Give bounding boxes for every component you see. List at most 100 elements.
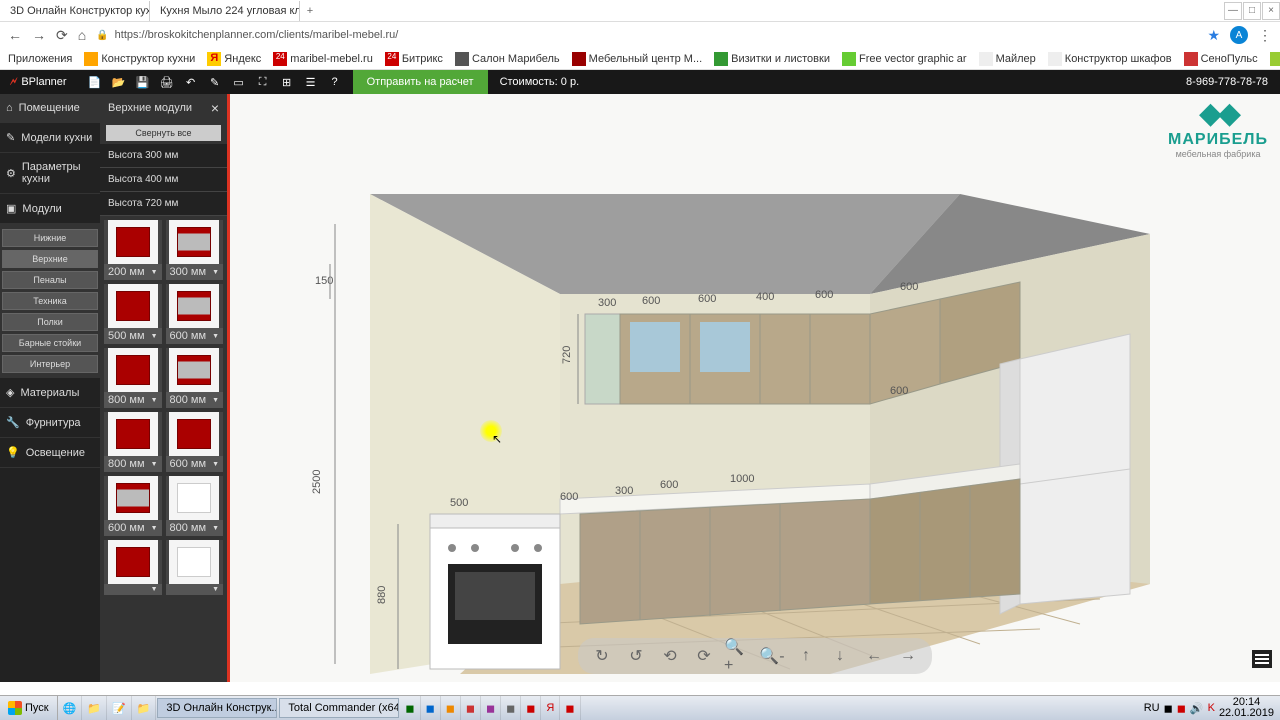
taskbar-app-2[interactable]: Total Commander (x64) ... xyxy=(279,698,399,718)
new-tab-button[interactable]: + xyxy=(300,5,320,17)
url-input[interactable]: 🔒https://broskokitchenplanner.com/client… xyxy=(96,29,1197,41)
start-button[interactable]: Пуск xyxy=(0,696,58,720)
menu-icon[interactable]: ⋮ xyxy=(1258,27,1272,44)
app-icon[interactable]: ◼ xyxy=(521,696,541,720)
undo-icon[interactable]: ↶ xyxy=(183,74,199,90)
star-icon[interactable]: ★ xyxy=(1207,27,1220,44)
tab-1[interactable]: 3D Онлайн Конструктор кухни× xyxy=(0,1,150,21)
module-item[interactable]: ▼ xyxy=(166,540,224,595)
help-icon[interactable]: ? xyxy=(327,74,343,90)
bookmark[interactable]: Конструктор шкафов xyxy=(1048,52,1172,66)
close-icon[interactable]: × xyxy=(211,100,219,116)
sub-interior[interactable]: Интерьер xyxy=(2,355,98,373)
list-icon[interactable]: ☰ xyxy=(303,74,319,90)
bookmark[interactable]: Мебельный центр М... xyxy=(572,52,702,66)
save-icon[interactable]: 💾 xyxy=(135,74,151,90)
pan-down-icon[interactable]: ↓ xyxy=(826,642,854,670)
tc-icon[interactable]: 📁 xyxy=(132,696,157,720)
nav-lighting[interactable]: 💡Освещение xyxy=(0,438,100,468)
app-icon[interactable]: ◼ xyxy=(501,696,521,720)
sub-upper[interactable]: Верхние xyxy=(2,250,98,268)
sub-shelves[interactable]: Полки xyxy=(2,313,98,331)
forward-button[interactable]: → xyxy=(32,27,46,43)
profile-avatar[interactable]: A xyxy=(1230,26,1248,44)
tray-icon[interactable]: 🔊 xyxy=(1190,702,1204,715)
nav-room[interactable]: ⌂Помещение xyxy=(0,94,100,123)
app-icon[interactable]: ◼ xyxy=(481,696,501,720)
bookmark[interactable]: 24maribel-mebel.ru xyxy=(273,52,373,66)
rotate-right-icon[interactable]: ↺ xyxy=(622,642,650,670)
edit-icon[interactable]: ✎ xyxy=(207,74,223,90)
bookmark[interactable]: 24Битрикс xyxy=(385,52,443,66)
module-item[interactable]: ▼ xyxy=(104,540,162,595)
apps-bookmark[interactable]: Приложения xyxy=(8,53,72,65)
bookmark[interactable]: Free vector graphic ar xyxy=(842,52,967,66)
pan-left-icon[interactable]: ← xyxy=(860,642,888,670)
taskbar-app-1[interactable]: 3D Онлайн Конструк... xyxy=(157,698,277,718)
module-item[interactable]: 600 мм▼ xyxy=(166,412,224,472)
ruler-icon[interactable]: ▭ xyxy=(231,74,247,90)
bookmark[interactable]: Реклама на транспо xyxy=(1270,52,1280,66)
module-item[interactable]: 800 мм▼ xyxy=(104,412,162,472)
zoom-out-icon[interactable]: 🔍- xyxy=(758,642,786,670)
tray-icon[interactable]: K xyxy=(1208,702,1215,714)
lang-indicator[interactable]: RU xyxy=(1144,702,1160,714)
minimize-button[interactable]: — xyxy=(1224,2,1242,20)
bookmark[interactable]: Конструктор кухни xyxy=(84,52,195,66)
viewport-menu-icon[interactable] xyxy=(1252,650,1272,668)
app-icon[interactable]: ◼ xyxy=(441,696,461,720)
grid-icon[interactable]: ⊞ xyxy=(279,74,295,90)
height-720[interactable]: Высота 720 мм xyxy=(100,192,227,216)
zoom-in-icon[interactable]: 🔍+ xyxy=(724,642,752,670)
back-button[interactable]: ← xyxy=(8,27,22,43)
ie-icon[interactable]: 🌐 xyxy=(58,696,83,720)
nav-modules[interactable]: ▣Модули xyxy=(0,194,100,224)
collapse-all-button[interactable]: Свернуть все xyxy=(106,125,221,141)
nav-materials[interactable]: ◈Материалы xyxy=(0,378,100,408)
bookmark[interactable]: СеноПульс xyxy=(1184,52,1258,66)
app-icon[interactable]: ◼ xyxy=(461,696,481,720)
module-item[interactable]: 200 мм▼ xyxy=(104,220,162,280)
sub-penal[interactable]: Пеналы xyxy=(2,271,98,289)
viewport-3d[interactable]: ↖ ◆◆ МАРИБЕЛЬ мебельная фабрика xyxy=(230,94,1280,682)
tray-icon[interactable]: ◼ xyxy=(1177,702,1186,715)
tray-icon[interactable]: ◼ xyxy=(1164,702,1173,715)
height-400[interactable]: Высота 400 мм xyxy=(100,168,227,192)
bookmark[interactable]: Майлер xyxy=(979,52,1036,66)
pan-up-icon[interactable]: ↑ xyxy=(792,642,820,670)
maximize-button[interactable]: □ xyxy=(1243,2,1261,20)
new-file-icon[interactable]: 📄 xyxy=(87,74,103,90)
module-item[interactable]: 300 мм▼ xyxy=(166,220,224,280)
module-item[interactable]: 800 мм▼ xyxy=(104,348,162,408)
app-icon[interactable]: ◼ xyxy=(421,696,441,720)
height-300[interactable]: Высота 300 мм xyxy=(100,144,227,168)
pan-right-icon[interactable]: → xyxy=(894,642,922,670)
bookmark[interactable]: Визитки и листовки xyxy=(714,52,830,66)
bookmark[interactable]: Салон Марибель xyxy=(455,52,560,66)
app-icon[interactable]: Я xyxy=(541,696,560,720)
rotate-down-icon[interactable]: ⟳ xyxy=(690,642,718,670)
reload-button[interactable]: ⟳ xyxy=(56,27,68,44)
home-button[interactable]: ⌂ xyxy=(78,27,86,43)
explorer-icon[interactable]: 📁 xyxy=(82,696,107,720)
rotate-left-icon[interactable]: ↻ xyxy=(588,642,616,670)
sub-lower[interactable]: Нижние xyxy=(2,229,98,247)
clock[interactable]: 20:1422.01.2019 xyxy=(1219,697,1274,719)
nav-params[interactable]: ⚙Параметры кухни xyxy=(0,153,100,194)
module-item[interactable]: 600 мм▼ xyxy=(166,284,224,344)
app-icon[interactable]: ◼ xyxy=(400,696,420,720)
sub-tech[interactable]: Техника xyxy=(2,292,98,310)
module-item[interactable]: 800 мм▼ xyxy=(166,348,224,408)
module-item[interactable]: 500 мм▼ xyxy=(104,284,162,344)
module-item[interactable]: 800 мм▼ xyxy=(166,476,224,536)
print-icon[interactable]: 🖨 xyxy=(159,74,175,90)
bookmark[interactable]: ЯЯндекс xyxy=(207,52,261,66)
sub-bar[interactable]: Барные стойки xyxy=(2,334,98,352)
tab-2[interactable]: Кухня Мыло 224 угловая клиент× xyxy=(150,1,300,21)
nav-models[interactable]: ✎Модели кухни xyxy=(0,123,100,153)
notepad-icon[interactable]: 📝 xyxy=(107,696,132,720)
close-button[interactable]: × xyxy=(1262,2,1280,20)
app-icon[interactable]: ◼ xyxy=(560,696,580,720)
open-file-icon[interactable]: 📂 xyxy=(111,74,127,90)
module-item[interactable]: 600 мм▼ xyxy=(104,476,162,536)
